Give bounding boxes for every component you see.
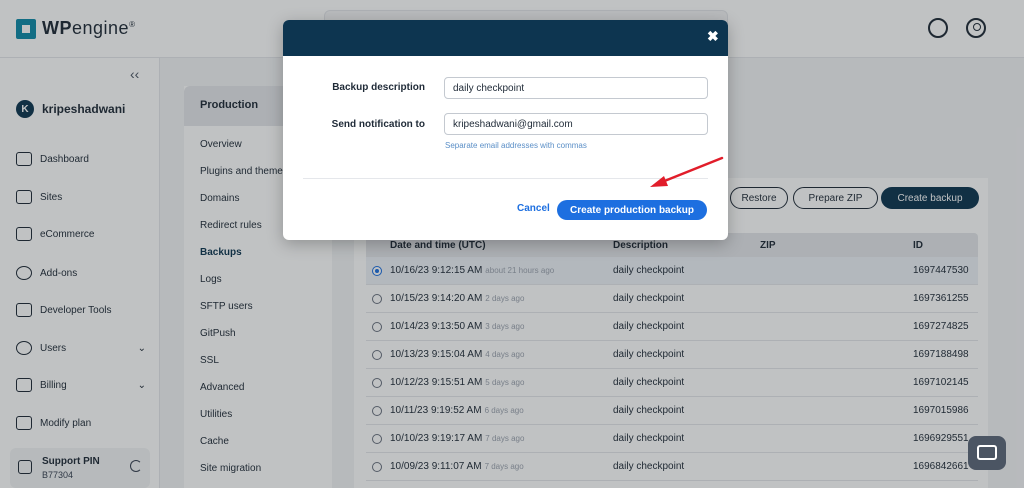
notification-label: Send notification to bbox=[331, 119, 425, 130]
notification-hint: Separate email addresses with commas bbox=[445, 141, 587, 150]
backup-description-input[interactable] bbox=[444, 77, 708, 99]
cancel-button[interactable]: Cancel bbox=[517, 203, 550, 214]
chat-widget-button[interactable] bbox=[968, 436, 1006, 470]
create-backup-modal: ✖ Backup description Send notification t… bbox=[283, 20, 728, 240]
backup-description-label: Backup description bbox=[332, 82, 425, 93]
modal-header: ✖ bbox=[283, 20, 728, 56]
create-production-backup-button[interactable]: Create production backup bbox=[557, 200, 707, 220]
notification-email-input[interactable] bbox=[444, 113, 708, 135]
close-icon[interactable]: ✖ bbox=[707, 28, 719, 45]
chat-icon bbox=[977, 445, 997, 460]
annotation-arrow-icon bbox=[650, 156, 724, 187]
